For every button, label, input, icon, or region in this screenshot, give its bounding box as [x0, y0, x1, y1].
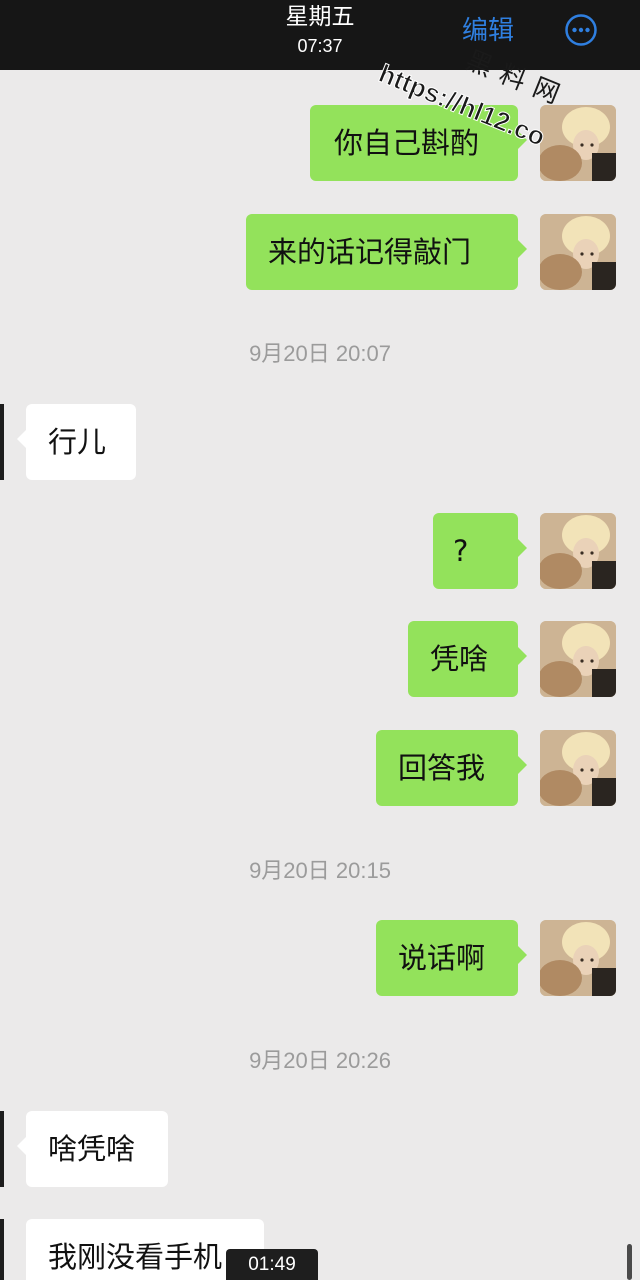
message-text: 凭啥 — [430, 642, 489, 676]
avatar[interactable] — [540, 214, 616, 290]
message-bubble-outgoing[interactable]: 说话啊 — [376, 920, 527, 996]
avatar-partial[interactable] — [0, 404, 4, 480]
message-text: 我刚没看手机 — [48, 1240, 223, 1274]
video-duration-badge: 01:49 — [226, 1249, 318, 1280]
avatar-partial[interactable] — [0, 1219, 4, 1280]
message-text: 你自己斟酌 — [334, 126, 480, 160]
message-text: 来的话记得敲门 — [268, 235, 472, 269]
scrollbar[interactable] — [627, 1244, 632, 1280]
edit-button[interactable]: 编辑 — [462, 14, 514, 48]
avatar[interactable] — [540, 730, 616, 806]
timestamp: 9月20日 20:15 — [249, 858, 391, 883]
message-text: ? — [453, 534, 469, 568]
message-bubble-outgoing[interactable]: 回答我 — [376, 730, 527, 806]
avatar-photo-icon — [540, 513, 616, 589]
message-bubble-outgoing[interactable]: 你自己斟酌 — [310, 105, 527, 181]
top-bar: 星期五 07:37 编辑 — [0, 0, 640, 70]
message-bubble-incoming[interactable]: 啥凭啥 — [17, 1111, 168, 1187]
avatar-photo-icon — [540, 730, 616, 806]
message-bubble-incoming[interactable]: 行儿 — [17, 404, 136, 480]
avatar[interactable] — [540, 513, 616, 589]
timestamp: 9月20日 20:26 — [249, 1048, 391, 1073]
avatar-partial[interactable] — [0, 1111, 4, 1187]
message-bubble-outgoing[interactable]: ? — [433, 513, 527, 589]
message-bubble-outgoing[interactable]: 凭啥 — [408, 621, 527, 697]
avatar-photo-icon — [540, 621, 616, 697]
avatar-photo-icon — [540, 920, 616, 996]
avatar-photo-icon — [540, 214, 616, 290]
message-text: 回答我 — [398, 751, 486, 785]
header-time: 07:37 — [297, 36, 343, 56]
avatar[interactable] — [540, 920, 616, 996]
header-day: 星期五 — [285, 4, 355, 30]
avatar[interactable] — [540, 621, 616, 697]
more-circle-icon — [565, 14, 597, 46]
avatar[interactable] — [540, 105, 616, 181]
message-bubble-outgoing[interactable]: 来的话记得敲门 — [246, 214, 527, 290]
more-options-button[interactable] — [565, 14, 597, 46]
message-text: 行儿 — [48, 425, 107, 459]
avatar-photo-icon — [540, 105, 616, 181]
message-text: 啥凭啥 — [48, 1132, 136, 1166]
timestamp: 9月20日 20:07 — [249, 341, 391, 366]
message-text: 说话啊 — [398, 941, 486, 975]
